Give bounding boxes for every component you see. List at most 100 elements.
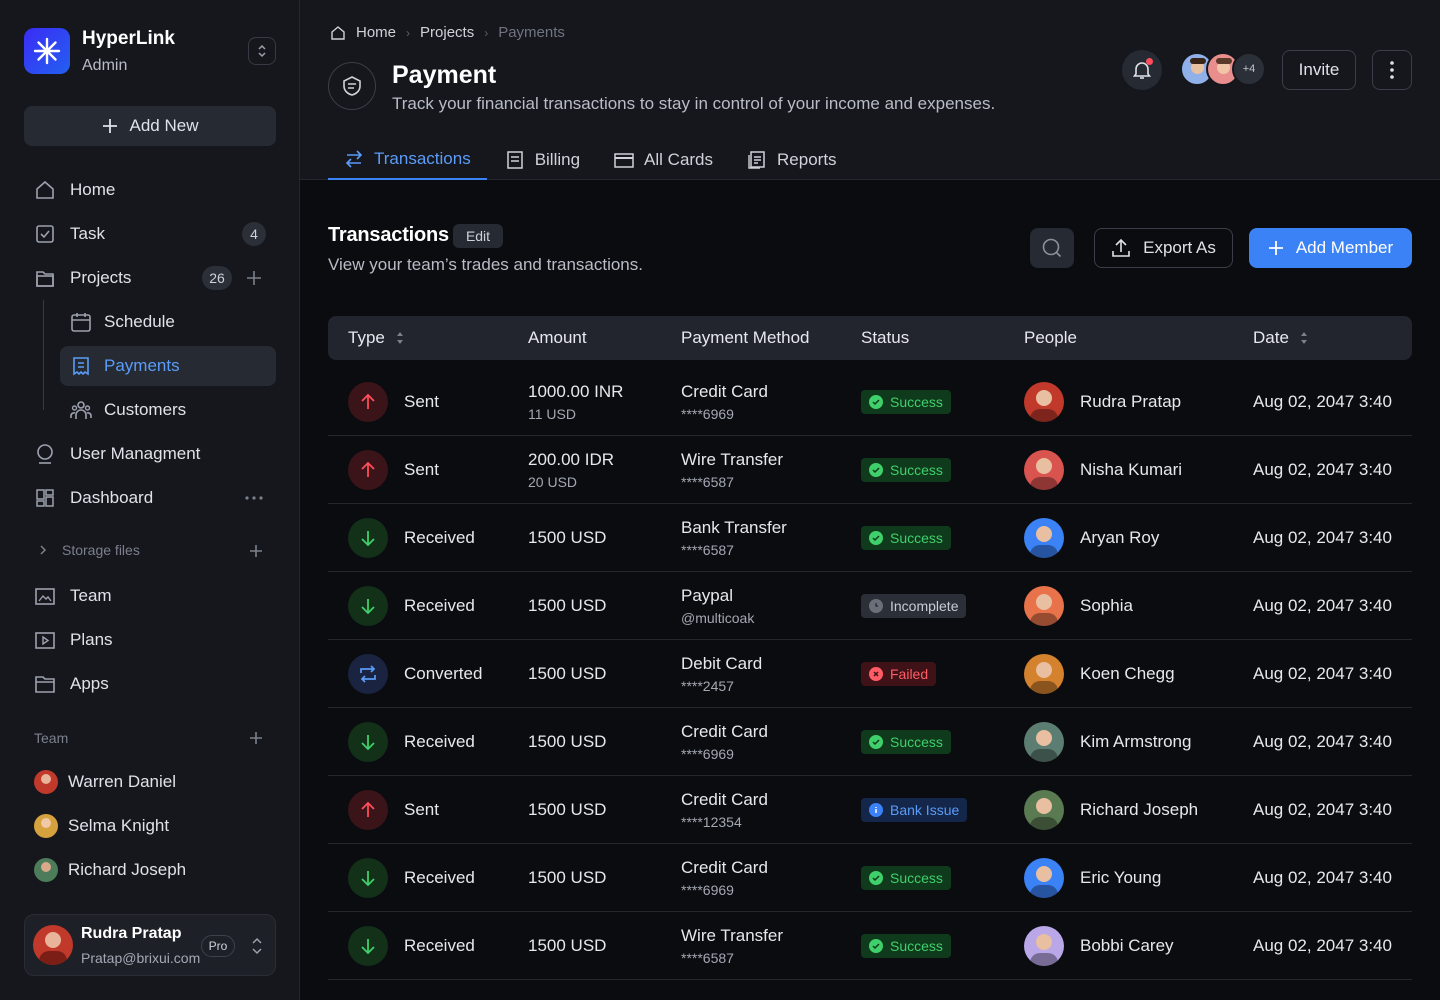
more-options-button[interactable] [1372, 50, 1412, 90]
method-detail: ****6587 [681, 542, 734, 558]
sidebar-item-home[interactable]: Home [24, 170, 276, 210]
people-cell[interactable]: Bobbi Carey [1024, 912, 1174, 980]
date-value: Aug 02, 2047 3:40 [1253, 868, 1392, 887]
sidebar-item-team[interactable]: Team [24, 576, 276, 616]
team-member-name: Selma Knight [68, 816, 170, 835]
member-avatars[interactable]: +4 [1180, 52, 1266, 86]
amount-value: 1000.00 INR [528, 382, 624, 401]
page-icon [328, 62, 376, 110]
amount-cell: 1500 USD [528, 504, 606, 572]
sidebar-item-user-management[interactable]: User Managment [24, 434, 276, 474]
type-label: Received [404, 732, 475, 751]
avatar [34, 770, 58, 794]
tab-all-cards[interactable]: All Cards [598, 140, 729, 180]
plus-icon [102, 119, 117, 133]
billing-icon [506, 151, 523, 169]
sidebar-item-label: Home [70, 180, 116, 199]
edit-button[interactable]: Edit [453, 224, 503, 248]
add-storage-plus-icon[interactable] [249, 544, 263, 558]
search-button[interactable] [1030, 228, 1074, 268]
notification-dot [1146, 58, 1153, 65]
breadcrumb: Home › Projects › Payments [330, 24, 565, 41]
column-date[interactable]: Date [1253, 316, 1309, 360]
add-project-plus-icon[interactable] [246, 270, 262, 286]
column-label: Amount [528, 328, 587, 347]
sidebar-item-payments[interactable]: Payments [60, 346, 276, 386]
breadcrumb-current: Payments [498, 24, 565, 41]
brand-logo[interactable] [24, 28, 70, 74]
column-label: Status [861, 328, 910, 347]
team-member-warren-daniel[interactable]: Warren Daniel [34, 762, 176, 802]
status-label: Success [890, 938, 943, 954]
method-detail: ****2457 [681, 678, 734, 694]
sidebar-item-label: Projects [70, 268, 132, 287]
add-new-button[interactable]: Add New [24, 106, 276, 146]
people-cell[interactable]: Koen Chegg [1024, 640, 1175, 708]
table-row[interactable]: Sent 200.00 IDR 20 USD Wire Transfer ****658… [328, 436, 1412, 504]
amount-cell: 1500 USD [528, 640, 606, 708]
date-cell: Aug 02, 2047 3:40 [1253, 572, 1392, 640]
section-subtitle: View your team’s trades and transactions… [328, 255, 643, 274]
current-user-card[interactable]: Rudra Pratap Pratap@brixui.com Pro [24, 914, 276, 976]
sidebar-item-apps[interactable]: Apps [24, 664, 276, 704]
date-value: Aug 02, 2047 3:40 [1253, 460, 1392, 479]
column-amount: Amount [528, 316, 587, 360]
tab-reports[interactable]: Reports [731, 140, 853, 180]
people-cell[interactable]: Eric Young [1024, 844, 1161, 912]
table-row[interactable]: Converted 1500 USD Debit Card ****2457 Faile… [328, 640, 1412, 708]
team-member-richard-joseph[interactable]: Richard Joseph [34, 850, 186, 890]
add-team-plus-icon[interactable] [249, 731, 263, 745]
people-cell[interactable]: Aryan Roy [1024, 504, 1159, 572]
sort-icon [396, 332, 403, 344]
amount-converted: 20 USD [528, 474, 578, 490]
status-badge: Bank Issue [861, 798, 968, 822]
table-row[interactable]: Received 1500 USD Paypal @multicoak Incomple… [328, 572, 1412, 640]
export-button[interactable]: Export As [1094, 228, 1233, 268]
people-cell[interactable]: Richard Joseph [1024, 776, 1198, 844]
table-row[interactable]: Received 1500 USD Bank Transfer ****6587 Suc… [328, 504, 1412, 572]
table-row[interactable]: Received 1500 USD Credit Card ****6969 Succe… [328, 844, 1412, 912]
status-cell: Success [861, 436, 951, 504]
arrow-up-icon [361, 393, 375, 409]
people-cell[interactable]: Nisha Kumari [1024, 436, 1182, 504]
column-type[interactable]: Type [348, 316, 405, 360]
sidebar-item-projects[interactable]: Projects 26 [24, 258, 276, 298]
more-horizontal-icon[interactable] [244, 495, 264, 501]
tab-billing[interactable]: Billing [489, 140, 596, 180]
person-name: Nisha Kumari [1080, 460, 1183, 479]
status-cell: Success [861, 368, 951, 436]
team-section-label: Team [34, 730, 69, 746]
type-cell: Received [348, 708, 475, 776]
breadcrumb-projects[interactable]: Projects [420, 24, 474, 41]
sidebar-item-dashboard[interactable]: Dashboard [24, 478, 276, 518]
people-cell[interactable]: Kim Armstrong [1024, 708, 1191, 776]
breadcrumb-home[interactable]: Home [356, 24, 396, 41]
sidebar-item-customers[interactable]: Customers [60, 390, 276, 430]
table-row[interactable]: Sent 1500 USD Credit Card ****12354 Bank Iss… [328, 776, 1412, 844]
notifications-button[interactable] [1122, 50, 1162, 90]
add-member-button[interactable]: Add Member [1249, 228, 1412, 268]
check-circle-icon [869, 735, 883, 749]
type-label: Sent [404, 392, 439, 411]
table-row[interactable]: Received 1500 USD Credit Card ****6969 Succe… [328, 708, 1412, 776]
storage-files-toggle[interactable]: Storage files [38, 542, 140, 558]
sidebar-item-plans[interactable]: Plans [24, 620, 276, 660]
status-badge: Failed [861, 662, 937, 686]
transaction-type-icon [348, 858, 388, 898]
home-icon [36, 180, 54, 199]
workspace-switcher[interactable] [248, 37, 276, 65]
tab-transactions[interactable]: Transactions [328, 140, 487, 180]
invite-button[interactable]: Invite [1282, 50, 1356, 90]
breadcrumb-separator: › [406, 25, 411, 40]
people-cell[interactable]: Rudra Pratap [1024, 368, 1181, 436]
sidebar-item-task[interactable]: Task 4 [24, 214, 276, 254]
column-payment-method: Payment Method [681, 316, 810, 360]
status-badge: Success [861, 458, 951, 482]
team-member-selma-knight[interactable]: Selma Knight [34, 806, 169, 846]
sidebar-item-schedule[interactable]: Schedule [60, 302, 276, 342]
sidebar-item-label: Task [70, 224, 105, 243]
people-cell[interactable]: Sophia [1024, 572, 1133, 640]
table-row[interactable]: Sent 1000.00 INR 11 USD Credit Card ****6969… [328, 368, 1412, 436]
amount-cell: 200.00 IDR 20 USD [528, 436, 614, 504]
table-row[interactable]: Received 1500 USD Wire Transfer ****6587 Suc… [328, 912, 1412, 980]
